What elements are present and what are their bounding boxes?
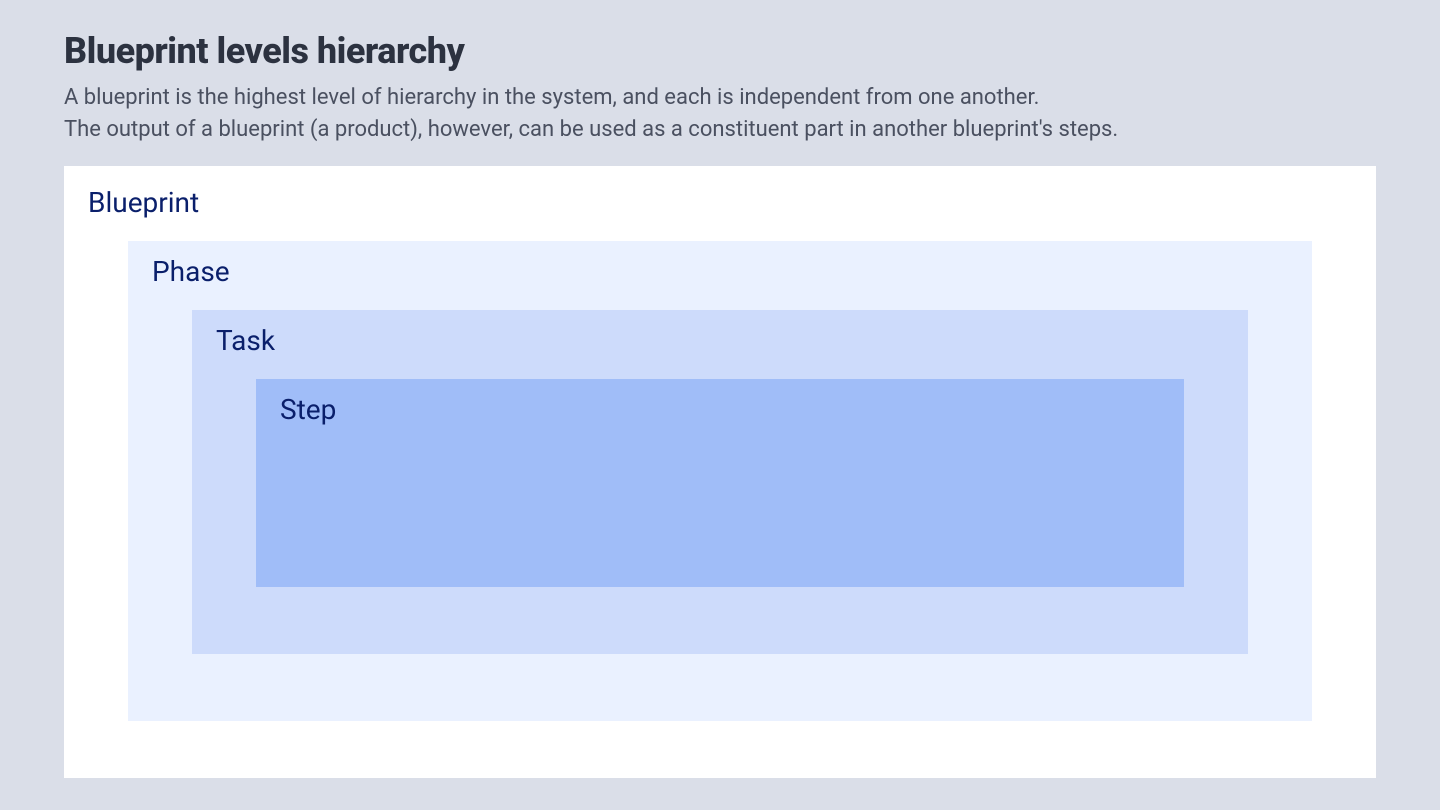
phase-container: Phase Task Step <box>128 241 1312 721</box>
step-container: Step <box>256 379 1184 587</box>
blueprint-label: Blueprint <box>88 186 1312 219</box>
phase-label: Phase <box>152 255 1248 288</box>
step-label: Step <box>280 393 1120 426</box>
task-label: Task <box>216 324 1184 357</box>
page-description: A blueprint is the highest level of hier… <box>64 82 1376 146</box>
description-line-1: A blueprint is the highest level of hier… <box>64 85 1039 110</box>
description-line-2: The output of a blueprint (a product), h… <box>64 117 1118 142</box>
blueprint-container: Blueprint Phase Task Step <box>64 166 1376 778</box>
page-title: Blueprint levels hierarchy <box>64 30 1376 72</box>
task-container: Task Step <box>192 310 1248 654</box>
